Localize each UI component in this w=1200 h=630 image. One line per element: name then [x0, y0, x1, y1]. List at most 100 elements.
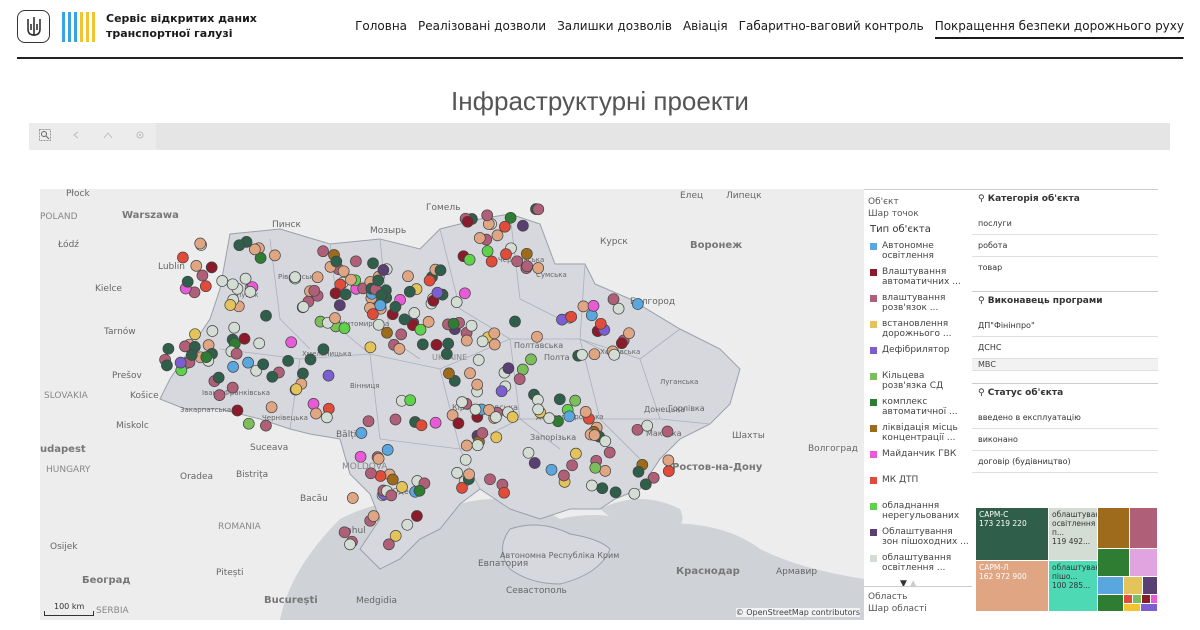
object-marker[interactable]: [662, 454, 675, 467]
object-marker[interactable]: [396, 481, 408, 493]
object-marker[interactable]: [381, 326, 393, 339]
object-marker[interactable]: [460, 334, 473, 347]
object-marker[interactable]: [490, 431, 503, 444]
filter-status-title[interactable]: ⚲ Статус об'єкта: [972, 383, 1158, 407]
object-marker[interactable]: [386, 473, 399, 486]
object-marker[interactable]: [199, 280, 212, 293]
object-marker[interactable]: [228, 321, 241, 334]
object-marker[interactable]: [502, 362, 515, 375]
object-marker[interactable]: [532, 203, 545, 216]
filter-option[interactable]: робота: [972, 235, 1158, 257]
treemap-cell[interactable]: [1098, 508, 1129, 548]
object-marker[interactable]: [543, 412, 556, 424]
object-marker[interactable]: [381, 444, 394, 456]
object-marker[interactable]: [520, 247, 533, 260]
object-marker[interactable]: [414, 323, 427, 336]
object-marker[interactable]: [194, 237, 207, 250]
treemap-cell[interactable]: [1098, 549, 1129, 576]
object-marker[interactable]: [577, 300, 590, 313]
object-marker[interactable]: [177, 251, 189, 264]
filter-option[interactable]: послуги: [972, 213, 1158, 235]
object-marker[interactable]: [495, 385, 508, 398]
object-marker[interactable]: [451, 467, 463, 479]
object-marker[interactable]: [434, 264, 447, 277]
object-marker[interactable]: [238, 332, 251, 345]
object-marker[interactable]: [570, 447, 582, 460]
object-marker[interactable]: [488, 327, 501, 340]
object-marker[interactable]: [311, 271, 324, 284]
object-marker[interactable]: [423, 274, 436, 287]
object-marker[interactable]: [481, 245, 494, 258]
object-marker[interactable]: [196, 269, 209, 282]
nav-home[interactable]: Головна: [355, 19, 407, 39]
object-marker[interactable]: [531, 330, 543, 343]
object-marker[interactable]: [322, 369, 335, 382]
object-marker[interactable]: [464, 367, 476, 380]
object-marker[interactable]: [181, 275, 194, 288]
filter-option[interactable]: виконано: [972, 429, 1158, 451]
object-marker[interactable]: [265, 401, 278, 414]
site-title[interactable]: Сервіс відкритих даних транспортної галу…: [106, 11, 266, 41]
object-marker[interactable]: [589, 461, 602, 474]
object-marker[interactable]: [329, 287, 342, 300]
treemap-cell[interactable]: [1124, 577, 1142, 594]
object-marker[interactable]: [415, 419, 428, 432]
treemap-cell[interactable]: [1143, 577, 1157, 594]
filter-category-title[interactable]: ⚲ Категорія об'єкта: [972, 189, 1158, 213]
object-marker[interactable]: [471, 378, 484, 391]
object-marker[interactable]: [596, 482, 609, 495]
object-marker[interactable]: [257, 358, 270, 371]
object-marker[interactable]: [469, 403, 482, 416]
object-marker[interactable]: [476, 427, 489, 439]
object-marker[interactable]: [354, 450, 367, 463]
object-marker[interactable]: [459, 287, 471, 300]
infrastructure-map[interactable]: Płock POLAND Warszawa Łódź Lublin Kielce…: [40, 189, 864, 620]
treemap-cell[interactable]: САРМ-С 173 219 220: [976, 508, 1048, 560]
object-marker[interactable]: [321, 411, 333, 424]
object-marker[interactable]: [452, 417, 465, 430]
legend-item[interactable]: комплекс автоматичної ...: [870, 397, 972, 418]
object-marker[interactable]: [350, 255, 362, 268]
filter-option[interactable]: договір (будівництво): [972, 451, 1158, 473]
object-marker[interactable]: [603, 446, 616, 459]
object-marker[interactable]: [404, 394, 417, 407]
object-marker[interactable]: [307, 398, 320, 410]
object-marker[interactable]: [389, 413, 402, 426]
object-marker[interactable]: [282, 355, 294, 367]
object-marker[interactable]: [317, 343, 330, 356]
object-marker[interactable]: [200, 351, 213, 363]
back-icon[interactable]: [69, 129, 83, 143]
object-marker[interactable]: [500, 248, 512, 260]
object-marker[interactable]: [375, 289, 388, 302]
object-marker[interactable]: [329, 312, 341, 324]
map-canvas[interactable]: Płock POLAND Warszawa Łódź Lublin Kielce…: [40, 189, 864, 620]
legend-item[interactable]: Облаштування зон пішоходних ...: [870, 527, 972, 548]
object-marker[interactable]: [563, 410, 576, 423]
map-attribution[interactable]: © OpenStreetMap contributors: [735, 608, 860, 617]
object-marker[interactable]: [641, 419, 654, 432]
filter-option[interactable]: товар: [972, 257, 1158, 279]
object-marker[interactable]: [242, 417, 255, 430]
object-marker[interactable]: [456, 396, 468, 408]
object-marker[interactable]: [443, 367, 455, 380]
treemap-cell[interactable]: облаштування пішо... 100 285...: [1049, 561, 1097, 611]
object-marker[interactable]: [586, 479, 598, 492]
object-marker[interactable]: [594, 317, 607, 330]
object-marker[interactable]: [553, 393, 566, 406]
object-marker[interactable]: [661, 425, 674, 438]
filter-option[interactable]: ДП"Фінінпро": [972, 315, 1158, 337]
object-marker[interactable]: [249, 243, 261, 256]
object-marker[interactable]: [485, 255, 498, 268]
filter-option[interactable]: введено в експлуатацію: [972, 407, 1158, 429]
treemap-cell[interactable]: [1151, 595, 1157, 603]
object-marker[interactable]: [472, 354, 485, 366]
legend-item[interactable]: влаштування розв'язок ...: [870, 293, 972, 314]
object-marker[interactable]: [355, 427, 368, 439]
treemap-cell[interactable]: [1130, 508, 1157, 548]
object-marker[interactable]: [545, 463, 558, 476]
treemap-cell[interactable]: облаштування освітлення п... 119 492...: [1049, 508, 1097, 560]
object-marker[interactable]: [411, 510, 423, 522]
object-marker[interactable]: [244, 286, 257, 298]
object-marker[interactable]: [374, 299, 387, 312]
object-marker[interactable]: [442, 337, 455, 350]
